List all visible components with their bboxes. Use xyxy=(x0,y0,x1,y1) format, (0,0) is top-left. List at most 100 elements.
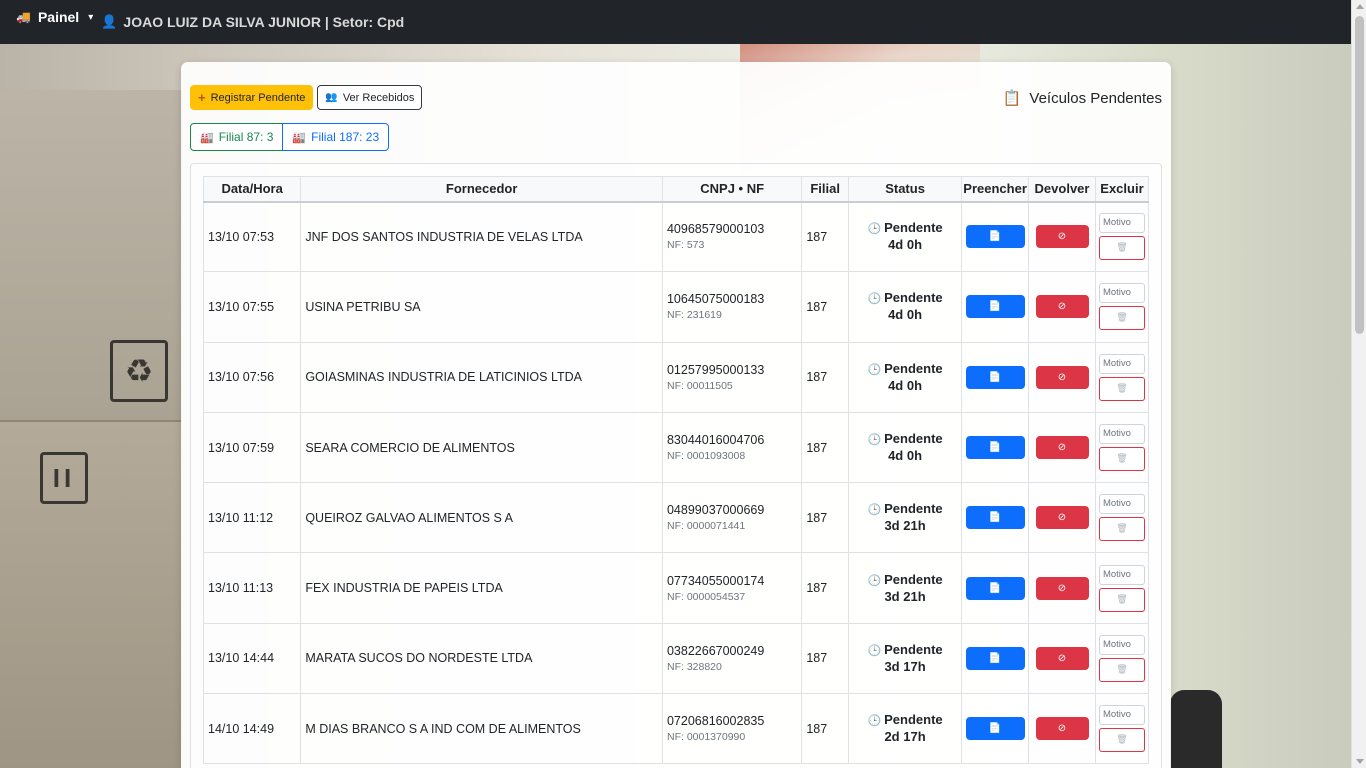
cell-filial: 187 xyxy=(801,482,849,554)
prohibited-icon: ⊘ xyxy=(1057,231,1067,243)
delete-button[interactable]: 🗑 xyxy=(1098,306,1145,331)
reason-input[interactable]: Motivo xyxy=(1098,213,1145,234)
cell-filial: 187 xyxy=(801,693,849,765)
column-header-return: Devolver xyxy=(1028,176,1096,203)
view-received-button[interactable]: 👥 Ver Recebidos xyxy=(317,85,423,110)
return-button[interactable]: ⊘ xyxy=(1035,436,1089,460)
brand-dropdown[interactable]: 🚚 Painel ▾ xyxy=(16,9,93,25)
cell-cnpj-nf: 07206816002835 NF: 0001370990 xyxy=(661,693,803,765)
trash-icon: 🗑 xyxy=(1116,243,1128,254)
table-header-row: Data/Hora Fornecedor CNPJ • NF Filial St… xyxy=(202,176,1150,203)
delete-button[interactable]: 🗑 xyxy=(1098,657,1145,682)
cell-datetime: 13/10 07:56 xyxy=(202,341,302,413)
reason-input[interactable]: Motivo xyxy=(1098,424,1145,445)
scroll-up-arrow-icon[interactable] xyxy=(1356,4,1364,9)
status-label: Pendente xyxy=(884,220,943,236)
fill-button[interactable]: 📄 xyxy=(965,225,1025,249)
cell-datetime: 13/10 14:44 xyxy=(202,622,302,695)
cell-datetime: 13/10 11:13 xyxy=(202,552,302,624)
return-button[interactable]: ⊘ xyxy=(1035,365,1089,389)
reason-input[interactable]: Motivo xyxy=(1098,283,1145,304)
clock-icon: 🕒 xyxy=(867,714,882,728)
return-button[interactable]: ⊘ xyxy=(1035,225,1089,249)
status-label: Pendente xyxy=(884,360,943,376)
nf-value: NF: 573 xyxy=(666,239,705,252)
clock-icon: 🕒 xyxy=(867,292,882,306)
table-row: 13/10 07:56 GOIASMINAS INDUSTRIA DE LATI… xyxy=(202,341,1150,413)
register-pending-button[interactable]: + Registrar Pendente xyxy=(190,85,314,110)
nf-value: NF: 328820 xyxy=(666,660,722,673)
this-way-up-icon: II xyxy=(40,452,88,504)
status-label: Pendente xyxy=(884,431,943,447)
return-button[interactable]: ⊘ xyxy=(1035,506,1089,530)
cell-fill: 📄 xyxy=(961,341,1030,413)
elapsed-time: 4d 0h xyxy=(888,448,923,464)
nf-value: NF: 00011505 xyxy=(666,379,733,392)
table-row: 13/10 07:55 USINA PETRIBU SA 10645075000… xyxy=(202,271,1150,343)
fill-button[interactable]: 📄 xyxy=(965,436,1025,460)
return-button[interactable]: ⊘ xyxy=(1035,646,1089,670)
page-scrollbar[interactable] xyxy=(1351,0,1366,768)
return-button[interactable]: ⊘ xyxy=(1035,576,1089,600)
status-label: Pendente xyxy=(884,712,943,728)
cell-datetime: 13/10 11:12 xyxy=(202,482,302,554)
fill-button[interactable]: 📄 xyxy=(965,717,1025,741)
document-icon: 📄 xyxy=(988,442,1002,454)
cell-datetime: 13/10 07:55 xyxy=(202,271,302,343)
delete-button[interactable]: 🗑 xyxy=(1098,236,1145,261)
elapsed-time: 3d 17h xyxy=(884,658,926,674)
cell-datetime: 13/10 07:53 xyxy=(202,200,302,273)
reason-input[interactable]: Motivo xyxy=(1098,353,1145,374)
fill-button[interactable]: 📄 xyxy=(965,576,1025,600)
prohibited-icon: ⊘ xyxy=(1057,582,1067,594)
delete-button[interactable]: 🗑 xyxy=(1098,447,1145,472)
reason-input[interactable]: Motivo xyxy=(1098,634,1145,655)
delete-button[interactable]: 🗑 xyxy=(1098,728,1145,753)
reason-input[interactable]: Motivo xyxy=(1098,705,1145,726)
cnpj-value: 07734055000174 xyxy=(666,573,765,588)
cell-datetime: 13/10 07:59 xyxy=(202,411,302,484)
cell-return: ⊘ xyxy=(1028,271,1096,343)
prohibited-icon: ⊘ xyxy=(1057,301,1067,313)
status-label: Pendente xyxy=(884,501,943,517)
fill-button[interactable]: 📄 xyxy=(965,295,1025,319)
cell-filial: 187 xyxy=(801,271,849,343)
delete-button[interactable]: 🗑 xyxy=(1098,376,1145,401)
column-header-cnpj-nf: CNPJ • NF xyxy=(661,176,803,203)
trash-icon: 🗑 xyxy=(1116,735,1128,746)
return-button[interactable]: ⊘ xyxy=(1035,295,1089,319)
user-info: 👤 JOAO LUIZ DA SILVA JUNIOR | Setor: Cpd xyxy=(101,14,404,30)
return-button[interactable]: ⊘ xyxy=(1035,717,1089,741)
filial-187-button[interactable]: 🏭 Filial 187: 23 xyxy=(282,123,390,151)
cell-supplier: M DIAS BRANCO S A IND COM DE ALIMENTOS xyxy=(300,693,663,765)
cnpj-value: 01257995000133 xyxy=(666,362,765,377)
reason-input[interactable]: Motivo xyxy=(1098,494,1145,515)
cell-cnpj-nf: 10645075000183 NF: 231619 xyxy=(661,271,803,343)
nf-value: NF: 0001093008 xyxy=(666,450,746,463)
people-icon: 👥 xyxy=(325,92,338,103)
scrollbar-thumb[interactable] xyxy=(1355,16,1364,334)
table-row: 13/10 14:44 MARATA SUCOS DO NORDESTE LTD… xyxy=(202,622,1150,695)
fill-button[interactable]: 📄 xyxy=(965,646,1025,670)
filial-filter-group: 🏭 Filial 87: 3 🏭 Filial 187: 23 xyxy=(190,123,390,151)
cell-status: 🕒 Pendente 4d 0h xyxy=(847,200,963,273)
cell-filial: 187 xyxy=(801,341,849,413)
delete-button[interactable]: 🗑 xyxy=(1098,517,1145,542)
reason-input[interactable]: Motivo xyxy=(1098,564,1145,585)
clipboard-icon: 📋 xyxy=(1002,89,1022,107)
cell-fill: 📄 xyxy=(961,552,1030,624)
delete-button[interactable]: 🗑 xyxy=(1098,587,1145,612)
column-header-supplier: Fornecedor xyxy=(300,176,663,203)
cell-fill: 📄 xyxy=(961,411,1030,484)
cell-delete: Motivo 🗑 xyxy=(1094,341,1150,413)
brand-label: Painel xyxy=(37,9,80,25)
cnpj-value: 07206816002835 xyxy=(666,714,765,729)
fill-button[interactable]: 📄 xyxy=(965,506,1025,530)
fill-button[interactable]: 📄 xyxy=(965,365,1025,389)
user-label: JOAO LUIZ DA SILVA JUNIOR | Setor: Cpd xyxy=(123,14,405,30)
scroll-down-arrow-icon[interactable] xyxy=(1356,759,1364,764)
filial-87-button[interactable]: 🏭 Filial 87: 3 xyxy=(190,123,284,151)
cell-status: 🕒 Pendente 4d 0h xyxy=(847,341,963,413)
cell-cnpj-nf: 03822667000249 NF: 328820 xyxy=(661,622,803,695)
document-icon: 📄 xyxy=(988,723,1002,735)
